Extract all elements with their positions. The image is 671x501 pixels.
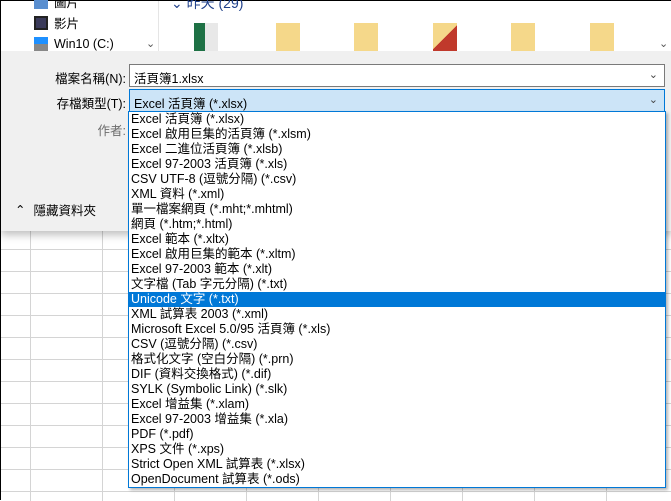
save-type-option[interactable]: Excel 啟用巨集的活頁簿 (*.xlsm) xyxy=(129,127,665,142)
save-type-option[interactable]: Microsoft Excel 5.0/95 活頁簿 (*.xls) xyxy=(129,322,665,337)
drive-icon xyxy=(34,37,48,51)
save-type-option[interactable]: CSV (逗號分隔) (*.csv) xyxy=(129,337,665,352)
save-type-option[interactable]: Excel 97-2003 增益集 (*.xla) xyxy=(129,412,665,427)
save-type-select[interactable]: Excel 活頁簿 (*.xlsx) ⌄ xyxy=(129,89,665,112)
scroll-down-icon[interactable]: ⌄ xyxy=(659,37,668,50)
filename-input[interactable]: 活頁簿1.xlsx ⌄ xyxy=(129,64,665,87)
save-type-option[interactable]: 格式化文字 (空白分隔) (*.prn) xyxy=(129,352,665,367)
chevron-up-icon: ⌃ xyxy=(15,203,26,217)
save-type-option[interactable]: PDF (*.pdf) xyxy=(129,427,665,442)
excel-file-icon[interactable] xyxy=(194,23,218,51)
pictures-icon xyxy=(34,0,48,9)
save-type-option[interactable]: XML 資料 (*.xml) xyxy=(129,187,665,202)
save-type-option[interactable]: 單一檔案網頁 (*.mht;*.mhtml) xyxy=(129,202,665,217)
hide-folders-button[interactable]: ⌃ 隱藏資料夾 xyxy=(15,200,96,219)
navigation-pane: 圖片 影片 Win10 (C:) ⌄ xyxy=(1,0,159,51)
nav-item-pictures[interactable]: 圖片 xyxy=(34,0,79,11)
nav-item-drive-c[interactable]: Win10 (C:) xyxy=(34,37,114,51)
scroll-down-icon[interactable]: ⌄ xyxy=(146,37,155,50)
save-type-option[interactable]: Excel 範本 (*.xltx) xyxy=(129,232,665,247)
save-type-option[interactable]: Strict Open XML 試算表 (*.xlsx) xyxy=(129,457,665,472)
save-type-option[interactable]: Excel 97-2003 範本 (*.xlt) xyxy=(129,262,665,277)
save-type-option[interactable]: SYLK (Symbolic Link) (*.slk) xyxy=(129,382,665,397)
save-type-label: 存檔類型(T): xyxy=(56,97,126,111)
save-type-option[interactable]: CSV UTF-8 (逗號分隔) (*.csv) xyxy=(129,172,665,187)
folder-icon[interactable] xyxy=(433,23,457,51)
save-type-option[interactable]: DIF (資料交換格式) (*.dif) xyxy=(129,367,665,382)
save-type-option[interactable]: Excel 二進位活頁簿 (*.xlsb) xyxy=(129,142,665,157)
author-label: 作者: xyxy=(97,124,126,138)
save-type-option[interactable]: Excel 增益集 (*.xlam) xyxy=(129,397,665,412)
save-type-option[interactable]: Excel 活頁簿 (*.xlsx) xyxy=(129,112,665,127)
file-view: ⌄ 昨天 (29) ⌄ xyxy=(161,0,671,51)
save-type-option[interactable]: Excel 啟用巨集的範本 (*.xltm) xyxy=(129,247,665,262)
videos-icon xyxy=(34,15,48,30)
filename-label: 檔案名稱(N): xyxy=(55,72,126,86)
folder-icon[interactable] xyxy=(511,23,535,51)
save-type-option[interactable]: XML 試算表 2003 (*.xml) xyxy=(129,307,665,322)
save-type-option[interactable]: OpenDocument 試算表 (*.ods) xyxy=(129,472,665,487)
folder-icon[interactable] xyxy=(354,23,378,51)
chevron-down-icon[interactable]: ⌄ xyxy=(649,68,658,81)
save-type-option[interactable]: 文字檔 (Tab 字元分隔) (*.txt) xyxy=(129,277,665,292)
chevron-down-icon[interactable]: ⌄ xyxy=(649,93,658,106)
nav-item-videos[interactable]: 影片 xyxy=(34,13,79,32)
folder-icon[interactable] xyxy=(590,23,614,51)
save-type-option[interactable]: 網頁 (*.htm;*.html) xyxy=(129,217,665,232)
chevron-down-icon: ⌄ xyxy=(171,0,187,11)
group-header[interactable]: ⌄ 昨天 (29) xyxy=(171,0,243,13)
save-type-option[interactable]: Unicode 文字 (*.txt) xyxy=(129,292,665,307)
save-type-option[interactable]: Excel 97-2003 活頁簿 (*.xls) xyxy=(129,157,665,172)
save-type-option[interactable]: XPS 文件 (*.xps) xyxy=(129,442,665,457)
folder-icon[interactable] xyxy=(276,23,300,51)
save-type-dropdown-list: Excel 活頁簿 (*.xlsx) Excel 啟用巨集的活頁簿 (*.xlsm… xyxy=(128,111,666,488)
